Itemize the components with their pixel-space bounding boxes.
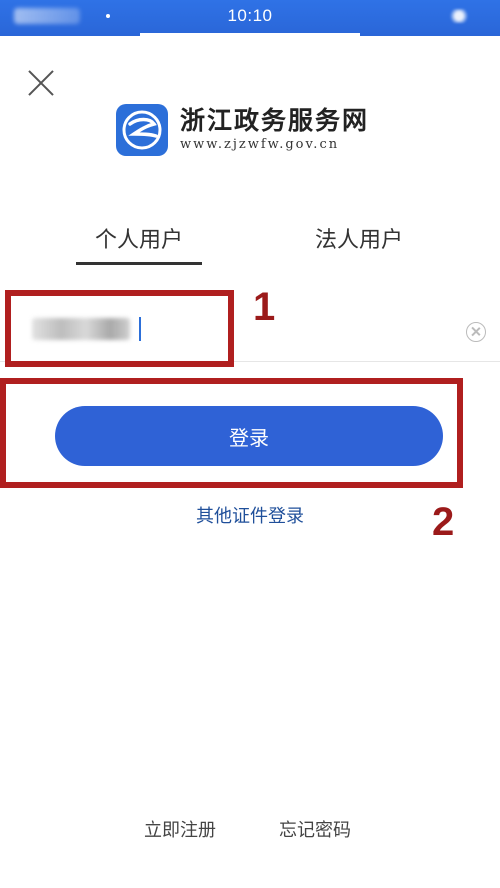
- active-tab-indicator: [76, 262, 202, 265]
- app-logo: 浙江政务服务网 www.zjzwfw.gov.cn: [116, 104, 396, 156]
- register-link[interactable]: 立即注册: [144, 816, 216, 842]
- clear-input-icon[interactable]: [466, 322, 486, 342]
- annotation-box-2: [0, 378, 463, 488]
- annotation-number-2: 2: [432, 500, 455, 544]
- status-bar-divider: [140, 33, 360, 36]
- footer-links: 立即注册 忘记密码: [0, 816, 500, 846]
- tab-personal-user[interactable]: 个人用户: [76, 222, 202, 254]
- logo-emblem-icon: [116, 104, 168, 156]
- logo-title: 浙江政务服务网: [180, 106, 370, 135]
- logo-text: 浙江政务服务网 www.zjzwfw.gov.cn: [180, 106, 369, 154]
- user-type-tabs: 个人用户 法人用户: [0, 222, 500, 268]
- annotation-number-1: 1: [253, 285, 276, 329]
- other-id-login-link[interactable]: 其他证件登录: [0, 502, 500, 528]
- tab-legal-user[interactable]: 法人用户: [296, 222, 422, 254]
- logo-url: www.zjzwfw.gov.cn: [180, 137, 340, 152]
- forgot-password-link[interactable]: 忘记密码: [279, 816, 351, 842]
- status-bar: 10:10: [0, 0, 500, 36]
- annotation-box-1: [5, 290, 234, 367]
- signal-icon: [448, 9, 470, 23]
- close-icon[interactable]: [24, 66, 58, 100]
- status-time: 10:10: [227, 6, 273, 25]
